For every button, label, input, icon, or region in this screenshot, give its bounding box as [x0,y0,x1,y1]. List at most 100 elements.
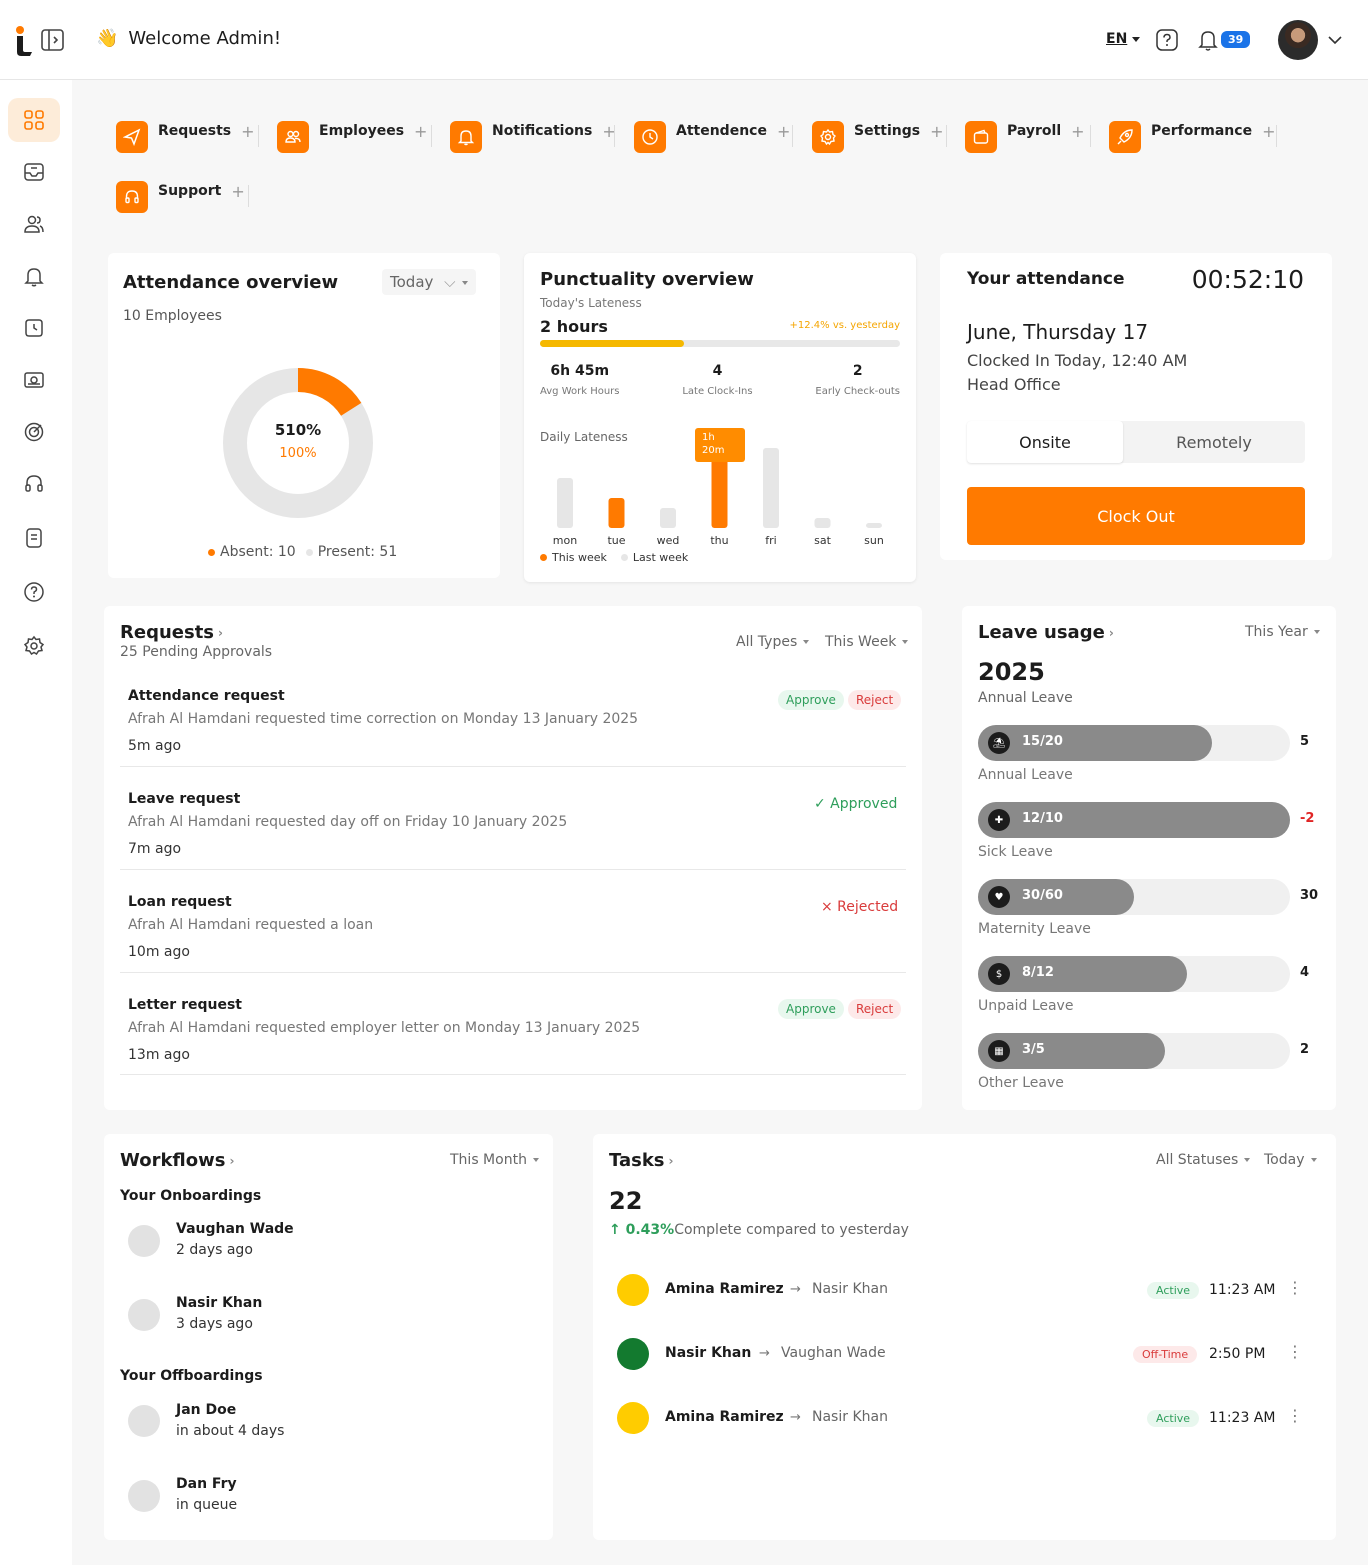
stroller-icon: ♥ [988,886,1010,908]
period-dropdown[interactable]: Today ⌵ [382,269,476,295]
chart-tooltip: 1h 20m [695,428,745,462]
person-name: Dan Fry [176,1476,237,1492]
sidebar-item-support[interactable] [8,462,60,506]
sidebar-item-dashboard[interactable] [8,98,60,142]
dropdown-value: All Types [736,634,798,650]
pill-icon: ✚ [988,809,1010,831]
help-icon[interactable] [1156,29,1178,51]
plus-icon[interactable]: + [241,122,254,141]
divider [248,185,249,207]
status-badge: Active [1147,1410,1200,1427]
workflows-title-link[interactable]: Workflows › [120,1150,234,1171]
request-item[interactable]: Letter request Afrah Al Hamdani requeste… [120,997,906,1075]
approve-button[interactable]: Approve [778,999,844,1019]
attendance-timer: 00:52:10 [1191,265,1304,294]
tab-remotely[interactable]: Remotely [1123,421,1305,463]
person-name: Nasir Khan [176,1295,263,1311]
period-dropdown[interactable]: Today [1264,1152,1317,1168]
status-dropdown[interactable]: All Statuses [1156,1152,1251,1168]
reject-button[interactable]: Reject [848,690,902,710]
user-avatar[interactable] [1278,20,1318,60]
sidebar-item-payroll[interactable] [8,358,60,402]
quick-link-employees[interactable]: Employees + [277,121,427,153]
period-dropdown[interactable]: This Year [1245,624,1320,640]
sidebar-item-inbox[interactable] [8,150,60,194]
chart-tick-label: sat [814,534,831,547]
dropdown-value: This Year [1245,624,1308,640]
task-row[interactable]: Nasir Khan → Vaughan Wade Off-Time 2:50 … [609,1334,1319,1374]
chart-bar-sun-last-week [866,523,882,528]
plus-icon[interactable]: + [930,122,943,141]
chart-bar-fri-last-week [763,448,779,528]
period-dropdown[interactable]: This Week [825,634,909,650]
more-options-icon[interactable]: ⋮ [1287,1278,1303,1297]
period-dropdown[interactable]: This Month [450,1152,539,1168]
avatar [128,1299,160,1331]
quick-link-attendence[interactable]: Attendence + [634,121,790,153]
request-item[interactable]: Attendance request Afrah Al Hamdani requ… [120,688,906,767]
tasks-count: 22 [609,1187,643,1215]
request-item[interactable]: Loan request Afrah Al Hamdani requested … [120,894,906,973]
types-dropdown[interactable]: All Types [736,634,810,650]
chevron-right-icon: › [1108,626,1114,640]
chart-legend: This week Last week [540,551,688,564]
leave-usage-card: Leave usage › This Year 2025 Annual Leave… [962,606,1336,1110]
plus-icon[interactable]: + [231,182,244,201]
requests-title-link[interactable]: Requests › [120,622,223,643]
legend-present: Present: 51 [305,544,398,560]
sidebar-item-help[interactable] [8,570,60,614]
avatar [617,1338,649,1370]
sidebar-item-notes[interactable] [8,516,60,560]
status-badge: Off-Time [1133,1346,1198,1363]
plus-icon[interactable]: + [1071,122,1084,141]
task-row[interactable]: Amina Ramirez → Nasir Khan Active 11:23 … [609,1270,1319,1310]
tasks-title-link[interactable]: Tasks › [609,1150,673,1171]
tab-onsite[interactable]: Onsite [967,421,1123,463]
calendar-icon: ▦ [988,1040,1010,1062]
quick-link-requests[interactable]: Requests + [116,121,255,153]
quick-link-label: Payroll [1007,123,1062,139]
more-options-icon[interactable]: ⋮ [1287,1342,1303,1361]
send-icon [116,121,148,153]
relative-time: 2 days ago [176,1242,253,1258]
chevron-down-icon[interactable] [1326,31,1344,49]
divider [614,125,615,147]
card-title: Tasks [609,1150,665,1171]
card-title: Punctuality overview [540,269,754,290]
caret-down-icon [1313,630,1320,634]
sidebar-item-performance[interactable] [8,410,60,454]
task-time: 11:23 AM [1209,1410,1276,1426]
task-row[interactable]: Amina Ramirez → Nasir Khan Active 11:23 … [609,1398,1319,1438]
app-logo-icon[interactable] [12,24,68,58]
leave-value: 30/60 [1022,888,1063,903]
arrow-right-icon: → [759,1346,770,1361]
plus-icon[interactable]: + [1262,122,1275,141]
sidebar-item-notifications[interactable] [8,254,60,298]
approve-button[interactable]: Approve [778,690,844,710]
sidebar-item-employees[interactable] [8,202,60,246]
plus-icon[interactable]: + [777,122,790,141]
arrow-right-icon: → [790,1282,801,1297]
dashboard-icon [24,110,44,130]
clock-icon [25,319,43,337]
sidebar-item-attendance[interactable] [8,306,60,350]
request-item[interactable]: Leave request Afrah Al Hamdani requested… [120,791,906,870]
reject-button[interactable]: Reject [848,999,902,1019]
headset-icon [116,181,148,213]
legend-dot [305,548,313,556]
quick-link-notifications[interactable]: Notifications + [450,121,616,153]
quick-link-performance[interactable]: Performance + [1109,121,1275,153]
clock-out-button[interactable]: Clock Out [967,487,1305,545]
legend-present-label: Present: 51 [317,544,398,560]
notifications-bell-icon[interactable] [1196,28,1220,52]
tasks-card: Tasks › All Statuses Today 22 ↑ 0.43%Comp… [593,1134,1336,1540]
plus-icon[interactable]: + [414,122,427,141]
quick-link-payroll[interactable]: Payroll + [965,121,1085,153]
more-options-icon[interactable]: ⋮ [1287,1406,1303,1425]
leave-usage-title-link[interactable]: Leave usage › [978,622,1114,643]
person-name: Vaughan Wade [176,1221,294,1237]
quick-link-support[interactable]: Support + [116,181,245,213]
language-selector[interactable]: EN [1106,31,1141,47]
sidebar-item-settings[interactable] [8,624,60,668]
quick-link-settings[interactable]: Settings + [812,121,944,153]
